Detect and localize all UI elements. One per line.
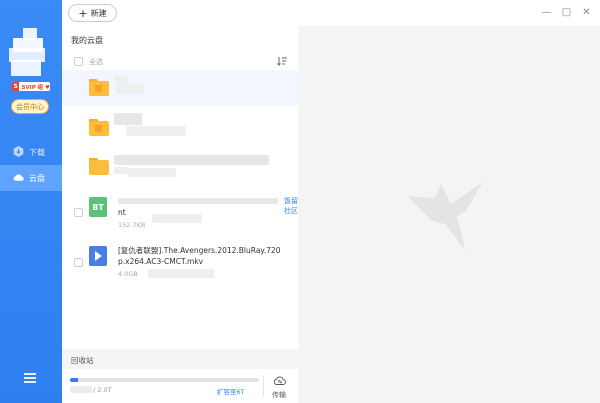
plus-icon: + xyxy=(78,6,88,20)
minimize-icon[interactable]: — xyxy=(541,7,552,18)
hummingbird-logo-icon xyxy=(407,182,483,250)
transfer-label: 传输 xyxy=(272,391,286,399)
transfer-icon[interactable] xyxy=(273,375,287,386)
sidebar-item-label: 云盘 xyxy=(29,174,45,183)
list-item[interactable]: BT 饭留社区 nt 152.7KB xyxy=(62,194,298,236)
page-title: 我的云盘 xyxy=(71,36,103,45)
file-size: 152.7KB xyxy=(118,221,146,229)
row-checkbox[interactable] xyxy=(74,258,83,267)
storage-used xyxy=(70,386,92,393)
sidebar: S SVIP 组 ♥ 会员中心 下载 云盘 xyxy=(0,0,62,403)
new-button-label: 新建 xyxy=(90,8,107,18)
recycle-bin-label: 回收站 xyxy=(71,356,94,365)
vip-s-icon: S xyxy=(12,82,20,91)
sort-icon[interactable] xyxy=(277,57,287,66)
file-list-pane: 我的云盘 全选 BT 饭留社区 nt 152.7KB [复仇者联盟].The.A… xyxy=(62,26,298,403)
member-center-button[interactable]: 会员中心 xyxy=(11,99,49,114)
select-all-label: 全选 xyxy=(89,58,103,66)
preview-pane xyxy=(298,26,600,403)
file-size: 4.0GB xyxy=(118,270,138,278)
folder-icon xyxy=(89,79,109,96)
file-name-line2: p.x264.AC3-CMCT.mkv xyxy=(118,257,204,266)
list-item[interactable] xyxy=(62,110,298,144)
sidebar-item-download[interactable]: 下载 xyxy=(0,139,62,165)
row-checkbox[interactable] xyxy=(74,208,83,217)
new-button[interactable]: + 新建 xyxy=(68,4,117,22)
cloud-icon xyxy=(13,174,24,181)
file-name-line1: [复仇者联盟].The.Avengers.2012.BluRay.720 xyxy=(118,246,281,255)
file-name: nt xyxy=(118,208,126,217)
avatar[interactable] xyxy=(9,28,50,78)
maximize-icon[interactable]: □ xyxy=(561,7,572,18)
folder-icon xyxy=(89,119,109,136)
sidebar-item-label: 下载 xyxy=(29,148,45,157)
top-bar: + 新建 — □ ✕ xyxy=(62,0,600,26)
storage-progress-bar xyxy=(70,378,259,382)
vip-badge: S SVIP 组 ♥ xyxy=(12,82,50,91)
list-item[interactable] xyxy=(62,150,298,186)
recycle-bin[interactable]: 回收站 xyxy=(62,349,298,369)
divider xyxy=(263,375,264,397)
storage-progress-fill xyxy=(70,378,78,382)
select-all-checkbox[interactable] xyxy=(74,57,83,66)
storage-total: / 2.0T xyxy=(93,386,112,394)
list-item[interactable]: [复仇者联盟].The.Avengers.2012.BluRay.720 p.x… xyxy=(62,242,298,288)
sidebar-item-cloud[interactable]: 云盘 xyxy=(0,165,62,191)
list-header: 全选 xyxy=(62,54,298,70)
list-item[interactable] xyxy=(62,70,298,106)
video-file-icon xyxy=(89,246,107,266)
close-icon[interactable]: ✕ xyxy=(581,7,592,18)
bt-file-icon: BT xyxy=(89,197,107,217)
menu-icon[interactable] xyxy=(24,373,36,383)
storage-footer: / 2.0T 扩容至6T 传输 xyxy=(62,369,298,403)
folder-icon xyxy=(89,158,109,175)
download-icon xyxy=(13,146,24,157)
vip-text: SVIP 组 ♥ xyxy=(21,84,50,91)
file-tag-link[interactable]: 饭留社区 xyxy=(284,196,298,216)
expand-storage-link[interactable]: 扩容至6T xyxy=(217,386,245,396)
